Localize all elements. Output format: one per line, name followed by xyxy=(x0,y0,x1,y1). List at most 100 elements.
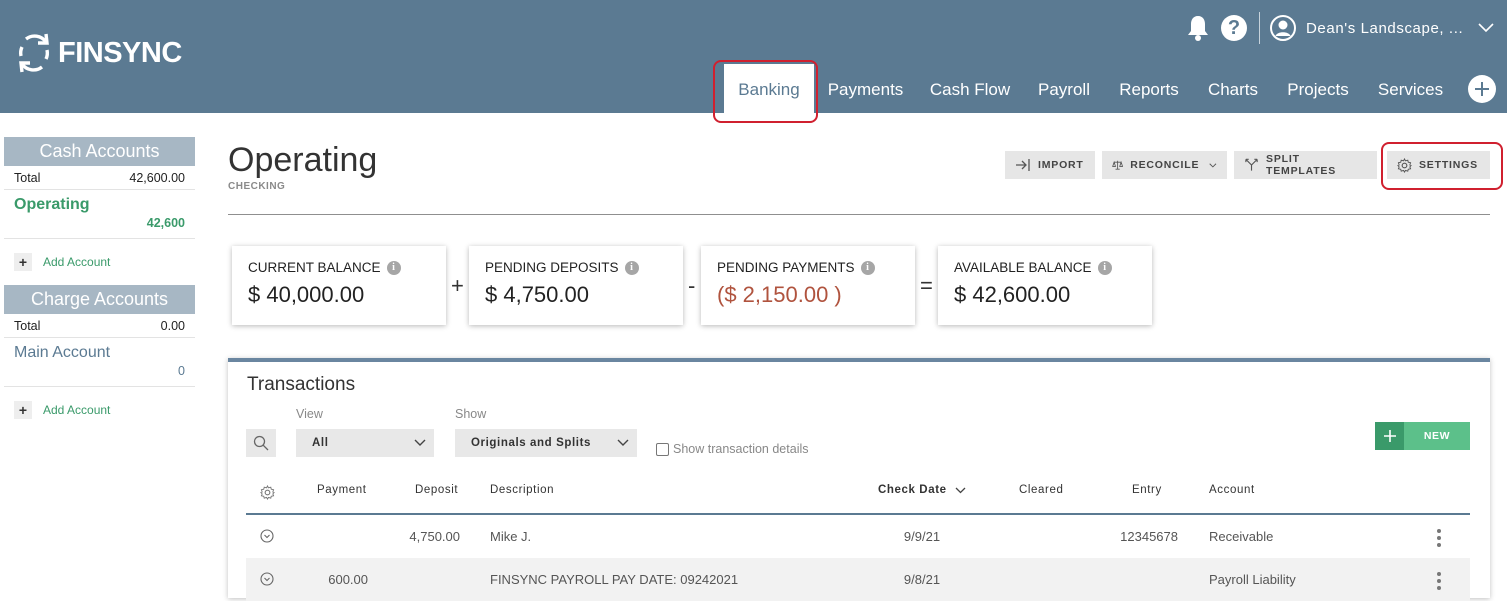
sidebar-account-main[interactable]: Main Account 0 xyxy=(4,338,195,387)
plus-icon xyxy=(1375,422,1404,450)
pending-payments-value: ($ 2,150.00 ) xyxy=(717,282,842,307)
info-icon[interactable]: i xyxy=(386,260,401,275)
brand-name: FINSYNC xyxy=(58,36,182,69)
account-name: Operating xyxy=(14,196,90,213)
nav-cash-flow[interactable]: Cash Flow xyxy=(917,64,1023,113)
plus-icon: + xyxy=(14,401,32,419)
view-select-value: All xyxy=(312,437,329,449)
nav-banking[interactable]: Banking xyxy=(724,64,814,113)
gear-icon[interactable] xyxy=(260,485,275,500)
plus-icon xyxy=(1475,82,1489,96)
plus-operator: + xyxy=(451,273,464,298)
nav-payments[interactable]: Payments xyxy=(814,64,917,113)
bell-icon[interactable] xyxy=(1185,14,1211,42)
available-balance-value: $ 42,600.00 xyxy=(954,282,1071,307)
column-header-payment[interactable]: Payment xyxy=(317,484,367,496)
help-icon[interactable]: ? xyxy=(1221,15,1247,41)
sync-logo-icon xyxy=(18,33,50,73)
nav-reports[interactable]: Reports xyxy=(1105,64,1193,113)
column-header-cleared[interactable]: Cleared xyxy=(1019,484,1063,496)
add-account-label: Add Account xyxy=(43,255,111,269)
nav-payroll[interactable]: Payroll xyxy=(1023,64,1105,113)
user-icon[interactable] xyxy=(1270,15,1296,41)
account-type: CHECKING xyxy=(228,181,286,192)
check-date-label: Check Date xyxy=(878,484,947,496)
title-divider xyxy=(228,214,1490,215)
current-balance-card: CURRENT BALANCE i $ 40,000.00 xyxy=(232,246,446,325)
minus-operator: - xyxy=(688,273,696,298)
scale-icon xyxy=(1112,160,1124,170)
header-utilities: ? Dean's Landscape, ... xyxy=(1185,12,1494,44)
pending-deposits-label-row: PENDING DEPOSITS i xyxy=(485,260,683,275)
status-clock-icon[interactable] xyxy=(260,572,274,586)
column-header-deposit[interactable]: Deposit xyxy=(415,484,458,496)
gear-icon xyxy=(1397,157,1412,173)
charge-total-label: Total xyxy=(14,319,41,333)
available-balance-label-row: AVAILABLE BALANCE i xyxy=(954,260,1152,275)
cash-accounts-header: Cash Accounts xyxy=(4,137,195,166)
description-cell: Mike J. xyxy=(490,529,532,544)
nav-services[interactable]: Services xyxy=(1363,64,1458,113)
account-balance: 42,600 xyxy=(146,216,185,230)
table-row[interactable]: 4,750.00 Mike J. 9/9/21 12345678 Receiva… xyxy=(246,515,1470,558)
check-date-cell: 9/9/21 xyxy=(903,529,941,544)
charge-total-row: Total 0.00 xyxy=(4,314,195,338)
column-header-check-date[interactable]: Check Date xyxy=(878,484,966,496)
company-name[interactable]: Dean's Landscape, ... xyxy=(1306,20,1466,37)
transactions-title: Transactions xyxy=(247,374,356,395)
account-balance: 0 xyxy=(178,364,185,378)
cash-total-label: Total xyxy=(14,171,41,185)
new-transaction-button[interactable]: NEW xyxy=(1375,422,1470,450)
info-icon[interactable]: i xyxy=(1097,260,1112,275)
pending-deposits-label: PENDING DEPOSITS xyxy=(485,260,619,275)
account-cell: Receivable xyxy=(1209,529,1274,544)
account-cell: Payroll Liability xyxy=(1209,572,1296,587)
show-details-checkbox[interactable] xyxy=(656,442,669,456)
search-button[interactable] xyxy=(246,429,276,457)
view-label: View xyxy=(296,407,323,421)
chevron-down-icon[interactable] xyxy=(1478,23,1494,33)
column-header-entry[interactable]: Entry xyxy=(1132,484,1162,496)
row-menu-icon[interactable] xyxy=(1437,572,1441,590)
check-date-cell: 9/8/21 xyxy=(903,572,941,587)
show-details-toggle[interactable]: Show transaction details xyxy=(656,442,809,456)
status-clock-icon[interactable] xyxy=(260,529,274,543)
finsync-logo[interactable]: FINSYNC xyxy=(16,30,182,76)
info-icon[interactable]: i xyxy=(860,260,875,275)
pending-payments-label: PENDING PAYMENTS xyxy=(717,260,855,275)
reconcile-label: RECONCILE xyxy=(1130,159,1200,171)
chevron-down-icon xyxy=(1209,162,1217,168)
charge-total-value: 0.00 xyxy=(160,319,185,333)
view-select[interactable]: All xyxy=(296,429,434,457)
pending-deposits-value: $ 4,750.00 xyxy=(485,282,589,307)
reconcile-button[interactable]: RECONCILE xyxy=(1102,151,1227,179)
show-select[interactable]: Originals and Splits xyxy=(455,429,637,457)
table-row[interactable]: 600.00 FINSYNC PAYROLL PAY DATE: 0924202… xyxy=(246,558,1470,601)
settings-button[interactable]: SETTINGS xyxy=(1387,151,1490,179)
show-details-label: Show transaction details xyxy=(673,442,809,456)
charge-accounts-header: Charge Accounts xyxy=(4,285,195,314)
pending-payments-card: PENDING PAYMENTS i ($ 2,150.00 ) xyxy=(701,246,915,325)
top-header: FINSYNC ? Dean's Landscape, ... Banking … xyxy=(0,0,1507,113)
split-templates-button[interactable]: SPLIT TEMPLATES xyxy=(1234,151,1377,179)
transactions-panel: Transactions View Show All Originals and… xyxy=(228,358,1490,601)
add-cash-account-button[interactable]: + Add Account xyxy=(4,239,195,285)
info-icon[interactable]: i xyxy=(624,260,639,275)
nav-projects[interactable]: Projects xyxy=(1273,64,1363,113)
available-balance-card: AVAILABLE BALANCE i $ 42,600.00 xyxy=(938,246,1152,325)
split-templates-label: SPLIT TEMPLATES xyxy=(1266,153,1337,177)
cash-total-row: Total 42,600.00 xyxy=(4,166,195,190)
column-header-account[interactable]: Account xyxy=(1209,484,1255,496)
import-button[interactable]: IMPORT xyxy=(1005,151,1095,179)
add-nav-button[interactable] xyxy=(1468,75,1496,103)
current-balance-label: CURRENT BALANCE xyxy=(248,260,381,275)
row-menu-icon[interactable] xyxy=(1437,529,1441,547)
nav-charts[interactable]: Charts xyxy=(1193,64,1273,113)
sidebar-account-operating[interactable]: Operating 42,600 xyxy=(4,190,195,239)
column-header-description[interactable]: Description xyxy=(490,484,554,496)
main-nav: Banking Payments Cash Flow Payroll Repor… xyxy=(724,64,1458,113)
page-title: Operating xyxy=(228,141,378,179)
add-charge-account-button[interactable]: + Add Account xyxy=(4,387,195,433)
entry-cell: 12345678 xyxy=(1120,529,1178,544)
current-balance-label-row: CURRENT BALANCE i xyxy=(248,260,446,275)
